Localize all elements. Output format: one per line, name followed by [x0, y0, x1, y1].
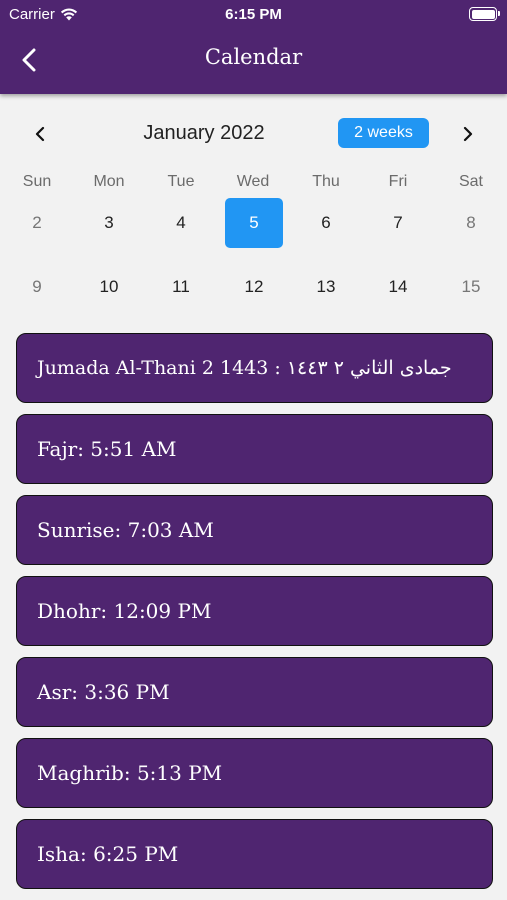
calendar-day[interactable]: 15 [442, 262, 500, 312]
fajr-card: Fajr: 5:51 AM [16, 414, 493, 484]
asr-card: Asr: 3:36 PM [16, 657, 493, 727]
calendar-day[interactable]: 7 [369, 198, 427, 248]
calendar-month-label: January 2022 [143, 122, 265, 144]
calendar-header: January 2022 2 weeks [0, 112, 507, 154]
weekday-sun: Sun [22, 173, 52, 190]
previous-month-button[interactable] [26, 120, 54, 148]
calendar-week-2: 9 10 11 12 13 14 15 [0, 262, 507, 312]
calendar-day[interactable]: 2 [8, 198, 66, 248]
app-header: Carrier 6:15 PM Calendar [0, 0, 507, 94]
calendar-day[interactable]: 8 [442, 198, 500, 248]
weekday-wed: Wed [236, 173, 270, 190]
weekday-sat: Sat [458, 173, 483, 190]
format-toggle-button[interactable]: 2 weeks [338, 118, 429, 148]
weekday-fri: Fri [388, 173, 408, 190]
chevron-left-icon [35, 126, 45, 142]
maghrib-card: Maghrib: 5:13 PM [16, 738, 493, 808]
weekday-tue: Tue [167, 173, 195, 190]
calendar-day[interactable]: 9 [8, 262, 66, 312]
calendar-week-1: 2 3 4 5 6 7 8 [0, 198, 507, 248]
calendar-day-selected[interactable]: 5 [225, 198, 283, 248]
hijri-date-card: Jumada Al-Thani 2 1443 : جمادى الثاني ٢ … [16, 333, 493, 403]
calendar-day[interactable]: 6 [297, 198, 355, 248]
dhohr-card: Dhohr: 12:09 PM [16, 576, 493, 646]
calendar-day[interactable]: 12 [225, 262, 283, 312]
weekday-row: Sun Mon Tue Wed Thu Fri Sat [0, 173, 507, 193]
next-month-button[interactable] [454, 120, 482, 148]
status-time: 6:15 PM [225, 6, 282, 23]
calendar-day[interactable]: 11 [152, 262, 210, 312]
calendar-day[interactable]: 4 [152, 198, 210, 248]
prayer-times-list: Jumada Al-Thani 2 1443 : جمادى الثاني ٢ … [16, 333, 493, 900]
weekday-thu: Thu [312, 173, 340, 190]
isha-card: Isha: 6:25 PM [16, 819, 493, 889]
calendar-day[interactable]: 3 [80, 198, 138, 248]
chevron-right-icon [463, 126, 473, 142]
sunrise-card: Sunrise: 7:03 AM [16, 495, 493, 565]
calendar-day[interactable]: 14 [369, 262, 427, 312]
status-bar: Carrier 6:15 PM [0, 0, 507, 30]
page-title: Calendar [204, 45, 303, 69]
calendar-day[interactable]: 13 [297, 262, 355, 312]
calendar-day[interactable]: 10 [80, 262, 138, 312]
weekday-mon: Mon [93, 173, 125, 190]
battery-icon [469, 7, 500, 21]
